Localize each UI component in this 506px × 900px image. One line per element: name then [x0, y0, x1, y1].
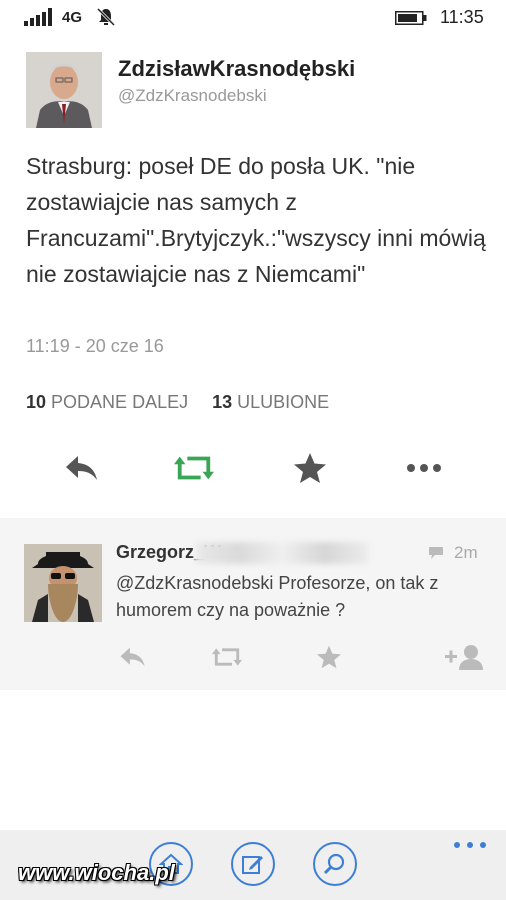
- favorite-button[interactable]: [290, 448, 330, 488]
- conversation-icon: [429, 547, 443, 559]
- battery-icon: [395, 11, 427, 25]
- tweet-actions: [0, 448, 506, 488]
- tweet-text: Strasburg: poseł DE do posła UK. "nie zo…: [26, 153, 486, 287]
- favorites-stat[interactable]: 13 ULUBIONE: [212, 392, 329, 412]
- author-name[interactable]: ZdzisławKrasnodębski: [118, 56, 355, 82]
- tweet-timestamp: 11:19 - 20 cze 16: [26, 336, 164, 356]
- retweets-stat[interactable]: 10 PODANE DALEJ: [26, 392, 188, 412]
- star-icon: [294, 453, 326, 483]
- favorites-count: 13: [212, 392, 233, 412]
- reply-favorite-button[interactable]: [314, 642, 344, 672]
- reply-time: 2m: [454, 543, 478, 562]
- retweets-label: PODANE DALEJ: [51, 392, 189, 412]
- notifications-muted-icon: [96, 7, 116, 27]
- reply-retweet-button[interactable]: [212, 642, 242, 672]
- more-options-button[interactable]: [404, 448, 444, 488]
- reply-icon: [66, 456, 97, 480]
- reply-author-avatar[interactable]: [24, 544, 102, 622]
- status-clock: 11:35: [440, 7, 484, 27]
- retweet-button[interactable]: [174, 448, 214, 488]
- star-icon: [317, 645, 341, 669]
- status-bar: 4G 11:35: [0, 0, 506, 34]
- redacted-name-blur: [196, 542, 368, 564]
- retweet-icon: [212, 648, 242, 666]
- network-type: 4G: [62, 9, 83, 26]
- author-handle[interactable]: @ZdzKrasnodebski: [118, 86, 267, 106]
- search-button[interactable]: [313, 842, 357, 886]
- reply-reply-button[interactable]: [118, 642, 148, 672]
- follow-user-button[interactable]: [444, 642, 484, 672]
- reply-actions: [0, 642, 506, 672]
- more-dots-icon: [407, 464, 441, 472]
- reply-item[interactable]: Grzegorz_Wa 2m @ZdzKrasnodebski Profesor…: [0, 518, 506, 690]
- watermark: www.wiocha.pl: [18, 860, 175, 885]
- reply-icon: [120, 647, 145, 667]
- signal-strength-icon: [24, 8, 52, 26]
- retweet-icon: [174, 456, 214, 480]
- reply-text: @ZdzKrasnodebski Profesorze, on tak z hu…: [116, 573, 439, 620]
- compose-icon: [242, 856, 263, 874]
- compose-button[interactable]: [231, 842, 275, 886]
- reply-button[interactable]: [62, 448, 102, 488]
- app-bar-more-icon[interactable]: [452, 838, 488, 852]
- tweet-stats: 10 PODANE DALEJ 13 ULUBIONE: [26, 392, 329, 413]
- app-bar: www.wiocha.pl: [0, 830, 506, 900]
- author-avatar[interactable]: [26, 52, 102, 128]
- favorites-label: ULUBIONE: [237, 392, 330, 412]
- search-icon: [323, 853, 345, 875]
- retweets-count: 10: [26, 392, 47, 412]
- add-user-icon: [445, 645, 483, 670]
